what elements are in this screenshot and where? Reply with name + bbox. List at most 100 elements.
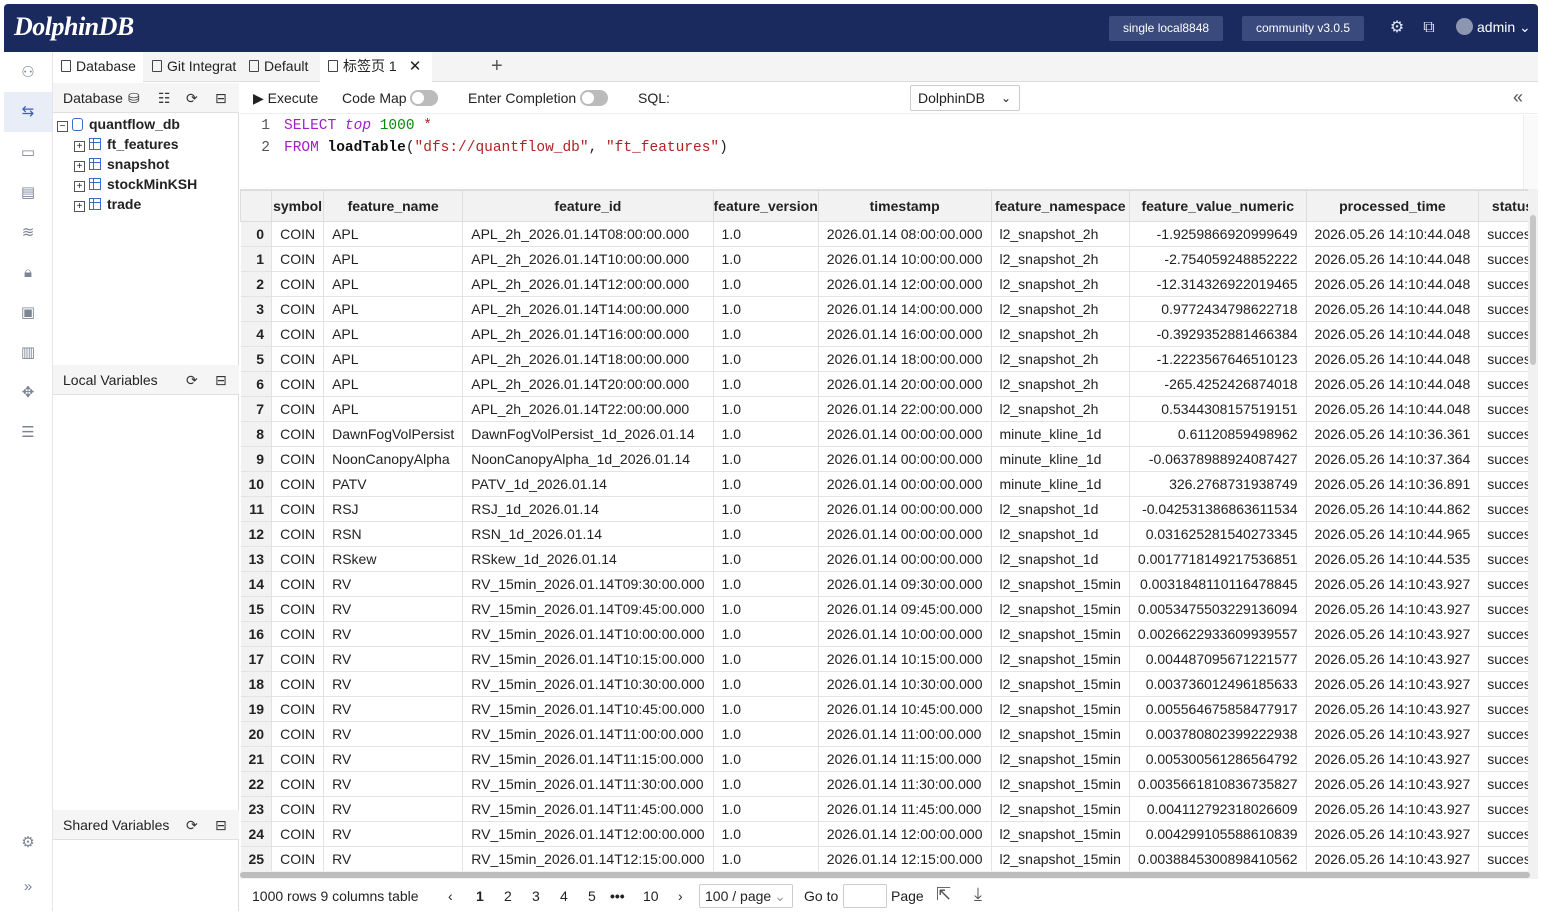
table-row[interactable]: 11 COIN RSJ RSJ_1d_2026.01.14 1.0 2026.01.14 … [240, 496, 1528, 522]
page-ellipsis[interactable]: ••• [610, 888, 625, 904]
code-map-toggle[interactable]: Code Map [342, 90, 439, 106]
table-list-icon[interactable]: ☷ [158, 83, 171, 113]
page-2[interactable]: 2 [504, 888, 512, 904]
collapse-panel-icon[interactable]: « [1513, 87, 1523, 108]
column-header-feature-version[interactable]: feature_version [712, 190, 819, 222]
column-header-feature-id[interactable]: feature_id [462, 190, 714, 222]
scroll-thumb[interactable] [1530, 215, 1536, 365]
plugin-icon[interactable]: ✥ [15, 380, 41, 406]
execute-button[interactable]: ▶ Execute [253, 90, 318, 107]
export-icon[interactable]: ⧉ [1420, 19, 1438, 37]
refresh-icon[interactable]: ⟳ [186, 83, 198, 113]
close-icon[interactable]: ✕ [409, 58, 422, 75]
table-row[interactable]: 25 COIN RV RV_15min_2026.01.14T12:15:00.000… [240, 846, 1528, 871]
column-header-status[interactable]: status [1478, 190, 1528, 222]
expand-icon[interactable]: + [74, 141, 85, 152]
page-size-select[interactable]: 100 / page ⌄ [699, 884, 793, 908]
code-editor[interactable]: 1 SELECT top 1000 * 2 FROM loadTable("dfs:… [240, 115, 1523, 189]
app-logo[interactable]: DolphinDB [14, 12, 134, 42]
download-icon[interactable]: ⤓ [974, 884, 982, 905]
grid-horizontal-scrollbar[interactable] [240, 871, 1538, 879]
table-row[interactable]: 13 COIN RSkew RSkew_1d_2026.01.14 1.0 2026.01… [240, 546, 1528, 572]
toggle-switch[interactable] [580, 90, 609, 106]
column-header-feature-value-numeric[interactable]: feature_value_numeric [1128, 190, 1307, 222]
tab-git-integration[interactable]: Git Integrat [144, 52, 240, 82]
collapse-all-icon[interactable]: ⊟ [215, 83, 227, 113]
table-row[interactable]: 7 COIN APL APL_2h_2026.01.14T22:00:00.000 1.… [240, 396, 1528, 422]
scroll-thumb[interactable] [240, 872, 1530, 878]
server-pill[interactable]: single local8848 [1109, 16, 1224, 41]
next-page-icon[interactable]: › [678, 888, 683, 904]
job-icon[interactable]: ▤ [15, 180, 41, 206]
column-header-symbol[interactable]: symbol [271, 190, 325, 222]
add-tab-icon[interactable]: + [491, 55, 503, 78]
editor-scrollbar[interactable] [1523, 115, 1538, 189]
grid-vertical-scrollbar[interactable] [1528, 189, 1538, 871]
sql-dialect-select[interactable]: DolphinDB ⌄ [910, 85, 1020, 111]
table-row[interactable]: 21 COIN RV RV_15min_2026.01.14T11:15:00.000… [240, 746, 1528, 772]
page-3[interactable]: 3 [532, 888, 540, 904]
monitor-icon[interactable]: ▭ [15, 140, 41, 166]
table-row[interactable]: 5 COIN APL APL_2h_2026.01.14T18:00:00.000 1.… [240, 346, 1528, 372]
tree-table-snapshot[interactable]: + snapshot [74, 154, 169, 174]
table-row[interactable]: 14 COIN RV RV_15min_2026.01.14T09:30:00.000… [240, 571, 1528, 597]
page-10[interactable]: 10 [643, 888, 659, 904]
page-1[interactable]: 1 [476, 888, 484, 904]
toggle-switch[interactable] [410, 90, 439, 106]
table-row[interactable]: 19 COIN RV RV_15min_2026.01.14T10:45:00.000… [240, 696, 1528, 722]
table-row[interactable]: 3 COIN APL APL_2h_2026.01.14T14:00:00.000 1.… [240, 296, 1528, 322]
tree-db-quantflow[interactable]: − quantflow_db [57, 114, 180, 134]
table-row[interactable]: 16 COIN RV RV_15min_2026.01.14T10:00:00.000… [240, 621, 1528, 647]
table-row[interactable]: 0 COIN APL APL_2h_2026.01.14T08:00:00.000 1.… [240, 221, 1528, 247]
tree-table-trade[interactable]: + trade [74, 194, 141, 214]
chart-icon[interactable]: ▥ [15, 340, 41, 366]
table-row[interactable]: 8 COIN DawnFogVolPersist DawnFogVolPersist_… [240, 421, 1528, 447]
refresh-icon[interactable]: ⟳ [186, 365, 198, 395]
column-header-timestamp[interactable]: timestamp [817, 190, 992, 222]
user-menu[interactable]: admin ⌄ [1456, 18, 1531, 36]
version-pill[interactable]: community v3.0.5 [1242, 16, 1365, 41]
collapse-all-icon[interactable]: ⊟ [215, 810, 227, 840]
collapse-icon[interactable]: − [57, 121, 68, 132]
enter-completion-toggle[interactable]: Enter Completion [468, 90, 609, 106]
prev-page-icon[interactable]: ‹ [448, 888, 453, 904]
table-row[interactable]: 18 COIN RV RV_15min_2026.01.14T10:30:00.000… [240, 671, 1528, 697]
settings-icon[interactable]: ⚙ [15, 830, 41, 856]
column-header-processed-time[interactable]: processed_time [1305, 190, 1480, 222]
expand-sidebar-icon[interactable]: » [15, 874, 41, 900]
expand-icon[interactable]: + [74, 161, 85, 172]
table-row[interactable]: 9 COIN NoonCanopyAlpha NoonCanopyAlpha_1d_2… [240, 446, 1528, 472]
expand-icon[interactable]: + [74, 181, 85, 192]
table-row[interactable]: 15 COIN RV RV_15min_2026.01.14T09:45:00.000… [240, 596, 1528, 622]
stream-icon[interactable]: ≋ [15, 220, 41, 246]
tab-default[interactable]: Default [241, 52, 319, 82]
table-row[interactable]: 1 COIN APL APL_2h_2026.01.14T10:00:00.000 1.… [240, 246, 1528, 272]
gear-icon[interactable]: ⚙ [1388, 19, 1406, 37]
lock-icon[interactable]: 🔒︎ [15, 260, 41, 286]
table-row[interactable]: 20 COIN RV RV_15min_2026.01.14T11:00:00.000… [240, 721, 1528, 747]
tree-table-stockminksh[interactable]: + stockMinKSH [74, 174, 197, 194]
tab-untitled-1[interactable]: 标签页 1 ✕ [320, 52, 432, 82]
search-doc-icon[interactable]: ▣ [15, 300, 41, 326]
expand-icon[interactable]: + [74, 201, 85, 212]
shell-icon[interactable]: ⇆ [4, 92, 52, 132]
table-row[interactable]: 2 COIN APL APL_2h_2026.01.14T12:00:00.000 1.… [240, 271, 1528, 297]
column-header-feature-name[interactable]: feature_name [323, 190, 464, 222]
table-row[interactable]: 22 COIN RV RV_15min_2026.01.14T11:30:00.000… [240, 771, 1528, 797]
cluster-icon[interactable]: ⚇ [15, 60, 41, 86]
table-row[interactable]: 24 COIN RV RV_15min_2026.01.14T12:00:00.000… [240, 821, 1528, 847]
tree-table-ft-features[interactable]: + ft_features [74, 134, 179, 154]
goto-page-input[interactable] [843, 884, 887, 908]
table-row[interactable]: 4 COIN APL APL_2h_2026.01.14T16:00:00.000 1.… [240, 321, 1528, 347]
table-row[interactable]: 10 COIN PATV PATV_1d_2026.01.14 1.0 2026.01.1… [240, 471, 1528, 497]
database-add-icon[interactable]: ⛁ [128, 83, 140, 113]
refresh-icon[interactable]: ⟳ [186, 810, 198, 840]
page-4[interactable]: 4 [560, 888, 568, 904]
collapse-all-icon[interactable]: ⊟ [215, 365, 227, 395]
table-row[interactable]: 17 COIN RV RV_15min_2026.01.14T10:15:00.000… [240, 646, 1528, 672]
tab-database[interactable]: Database [53, 52, 143, 82]
table-row[interactable]: 23 COIN RV RV_15min_2026.01.14T11:45:00.000… [240, 796, 1528, 822]
table-row[interactable]: 12 COIN RSN RSN_1d_2026.01.14 1.0 2026.01.14 … [240, 521, 1528, 547]
open-new-window-icon[interactable]: ⇱ [936, 884, 951, 905]
log-icon[interactable]: ☰ [15, 420, 41, 446]
